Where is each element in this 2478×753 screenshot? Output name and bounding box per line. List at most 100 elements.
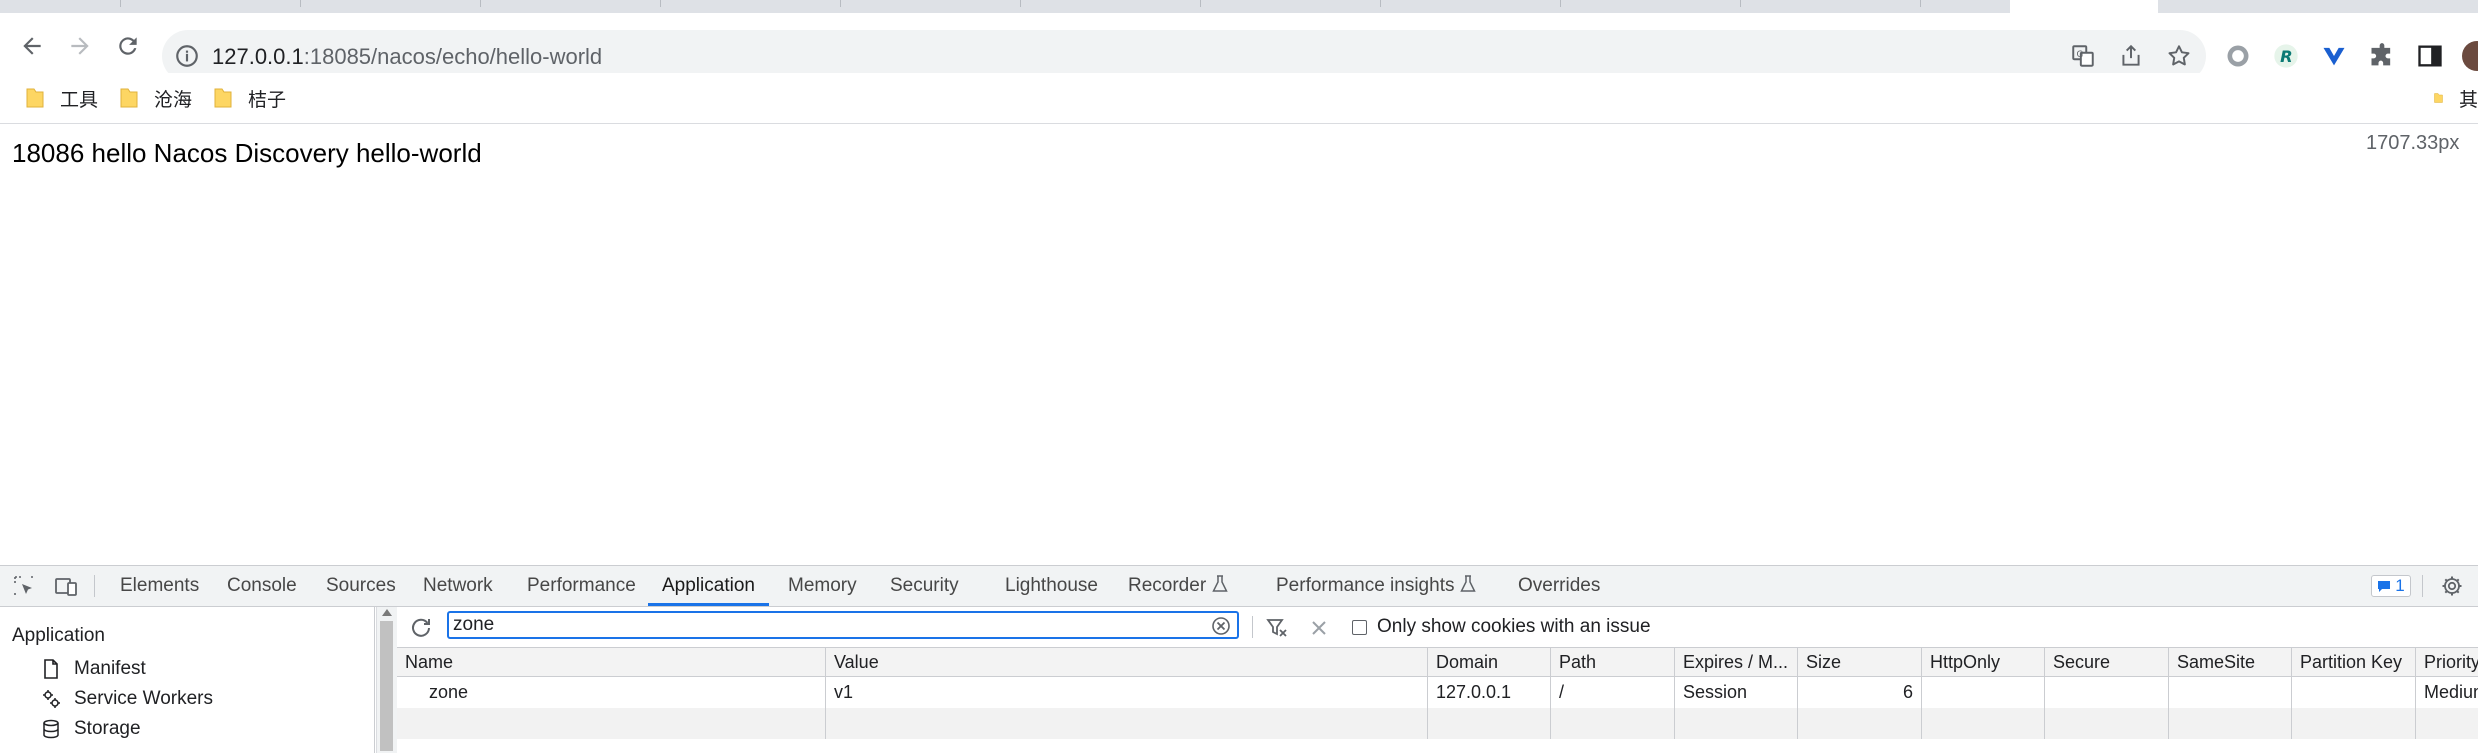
column-header-httponly[interactable]: HttpOnly — [1921, 648, 2044, 676]
column-header-expires[interactable]: Expires / M... — [1674, 648, 1797, 676]
tab-separator — [1740, 0, 1741, 7]
device-toolbar-icon[interactable] — [54, 574, 78, 598]
folder-icon — [2434, 93, 2443, 103]
empty-cell — [2168, 708, 2291, 739]
tab-console[interactable]: Console — [227, 566, 297, 606]
bookmark-folder[interactable]: 桔子 — [214, 83, 286, 113]
bookmark-label: 其 — [2458, 89, 2478, 111]
cookie-filter-input[interactable] — [453, 614, 1193, 636]
tab-network[interactable]: Network — [423, 566, 493, 606]
puzzle-icon[interactable] — [2368, 42, 2396, 70]
gear-icon[interactable] — [2440, 574, 2464, 598]
back-button[interactable] — [12, 26, 52, 66]
bookmark-label: 沧海 — [154, 89, 193, 111]
cell-priority[interactable]: Medium — [2415, 677, 2478, 708]
table-row[interactable]: zone v1 127.0.0.1 / Session 6 Medium — [397, 677, 2478, 708]
sidebar-item-service-workers[interactable]: Service Workers — [40, 686, 213, 712]
cell-name[interactable]: zone — [397, 677, 825, 708]
share-icon[interactable] — [2118, 43, 2144, 69]
cell-expires[interactable]: Session — [1674, 677, 1797, 708]
forward-button[interactable] — [60, 26, 100, 66]
tab-sources[interactable]: Sources — [326, 566, 396, 606]
extension-v-icon[interactable] — [2320, 42, 2348, 70]
empty-cell — [825, 708, 1427, 739]
cell-secure[interactable] — [2044, 677, 2168, 708]
cell-domain[interactable]: 127.0.0.1 — [1427, 677, 1550, 708]
tab-security[interactable]: Security — [890, 566, 959, 606]
sidebar-scrollbar[interactable] — [376, 607, 397, 753]
tab-elements[interactable]: Elements — [120, 566, 199, 606]
sidebar-item-label: Service Workers — [74, 688, 214, 709]
extension-record-icon[interactable] — [2224, 42, 2252, 70]
folder-icon — [214, 88, 232, 108]
flask-icon — [1212, 575, 1228, 592]
side-panel-icon[interactable] — [2416, 42, 2444, 70]
tab-separator — [300, 0, 301, 7]
refresh-icon[interactable] — [409, 616, 433, 640]
tab-lighthouse[interactable]: Lighthouse — [1005, 566, 1098, 606]
folder-icon — [26, 88, 44, 108]
active-tab[interactable] — [2010, 0, 2158, 13]
cell-path[interactable]: / — [1550, 677, 1674, 708]
cell-samesite[interactable] — [2168, 677, 2291, 708]
tab-application[interactable]: Application — [648, 566, 769, 606]
url-text[interactable]: 127.0.0.1:18085/nacos/echo/hello-world — [212, 44, 602, 70]
empty-cell — [1550, 708, 1674, 739]
column-header-name[interactable]: Name — [397, 648, 825, 676]
tab-performance-insights[interactable]: Performance insights — [1276, 566, 1477, 606]
arrow-left-icon — [23, 37, 41, 55]
tab-overrides[interactable]: Overrides — [1518, 566, 1600, 606]
tab-strip — [0, 0, 2478, 13]
cell-value[interactable]: v1 — [825, 677, 1427, 708]
issues-badge[interactable]: 1 — [2371, 575, 2411, 597]
cell-size[interactable]: 6 — [1797, 677, 1921, 708]
filter-clear-icon[interactable] — [1265, 616, 1289, 640]
svg-text:R: R — [2280, 47, 2293, 66]
tab-separator — [1020, 0, 1021, 7]
tab-memory[interactable]: Memory — [788, 566, 857, 606]
info-icon[interactable] — [174, 43, 200, 69]
checkbox-box[interactable] — [1352, 619, 1367, 635]
tab-recorder[interactable]: Recorder — [1128, 566, 1228, 606]
table-header-row: Name Value Domain Path Expires / M... Si… — [397, 648, 2478, 677]
column-header-path[interactable]: Path — [1550, 648, 1674, 676]
column-header-priority[interactable]: Priority — [2415, 648, 2478, 676]
scrollbar-thumb[interactable] — [380, 621, 393, 751]
bookmark-folder[interactable]: 沧海 — [120, 83, 192, 113]
cell-httponly[interactable] — [1921, 677, 2044, 708]
tab-separator — [840, 0, 841, 7]
sidebar-item-manifest[interactable]: Manifest — [40, 656, 146, 682]
reload-button[interactable] — [108, 26, 148, 66]
only-issues-checkbox[interactable]: Only show cookies with an issue — [1352, 616, 1651, 638]
tab-performance[interactable]: Performance — [527, 566, 636, 606]
clear-filter-icon[interactable] — [1211, 616, 1231, 636]
empty-cell — [1427, 708, 1550, 739]
bookmark-folder[interactable]: 工具 — [26, 83, 98, 113]
empty-cell — [1674, 708, 1797, 739]
only-issues-label: Only show cookies with an issue — [1377, 616, 1651, 637]
browser-toolbar: 127.0.0.1:18085/nacos/echo/hello-world G… — [0, 13, 2478, 82]
column-header-samesite[interactable]: SameSite — [2168, 648, 2291, 676]
cell-partition-key[interactable] — [2291, 677, 2415, 708]
column-header-domain[interactable]: Domain — [1427, 648, 1550, 676]
scroll-up-arrow[interactable] — [382, 609, 392, 616]
close-icon[interactable] — [1307, 616, 1331, 640]
message-icon — [2378, 580, 2391, 592]
svg-text:G: G — [2077, 50, 2084, 60]
bookmark-label: 桔子 — [248, 89, 287, 111]
translate-icon[interactable]: G — [2070, 43, 2096, 69]
column-header-secure[interactable]: Secure — [2044, 648, 2168, 676]
tab-separator — [660, 0, 661, 7]
avatar[interactable] — [2462, 41, 2478, 71]
column-header-size[interactable]: Size — [1797, 648, 1921, 676]
column-header-value[interactable]: Value — [825, 648, 1427, 676]
extension-r-icon[interactable]: R — [2272, 42, 2300, 70]
sidebar-item-storage[interactable]: Storage — [40, 716, 141, 742]
inspect-element-icon[interactable] — [12, 574, 36, 598]
bookmark-star-icon[interactable] — [2166, 43, 2192, 69]
tab-separator — [1920, 0, 1921, 7]
sidebar-item-label: Manifest — [74, 658, 146, 679]
column-header-partition-key[interactable]: Partition Key — [2291, 648, 2415, 676]
cookie-filter-field[interactable] — [447, 611, 1239, 639]
bookmark-folder-overflow[interactable]: 其 — [2434, 83, 2478, 113]
